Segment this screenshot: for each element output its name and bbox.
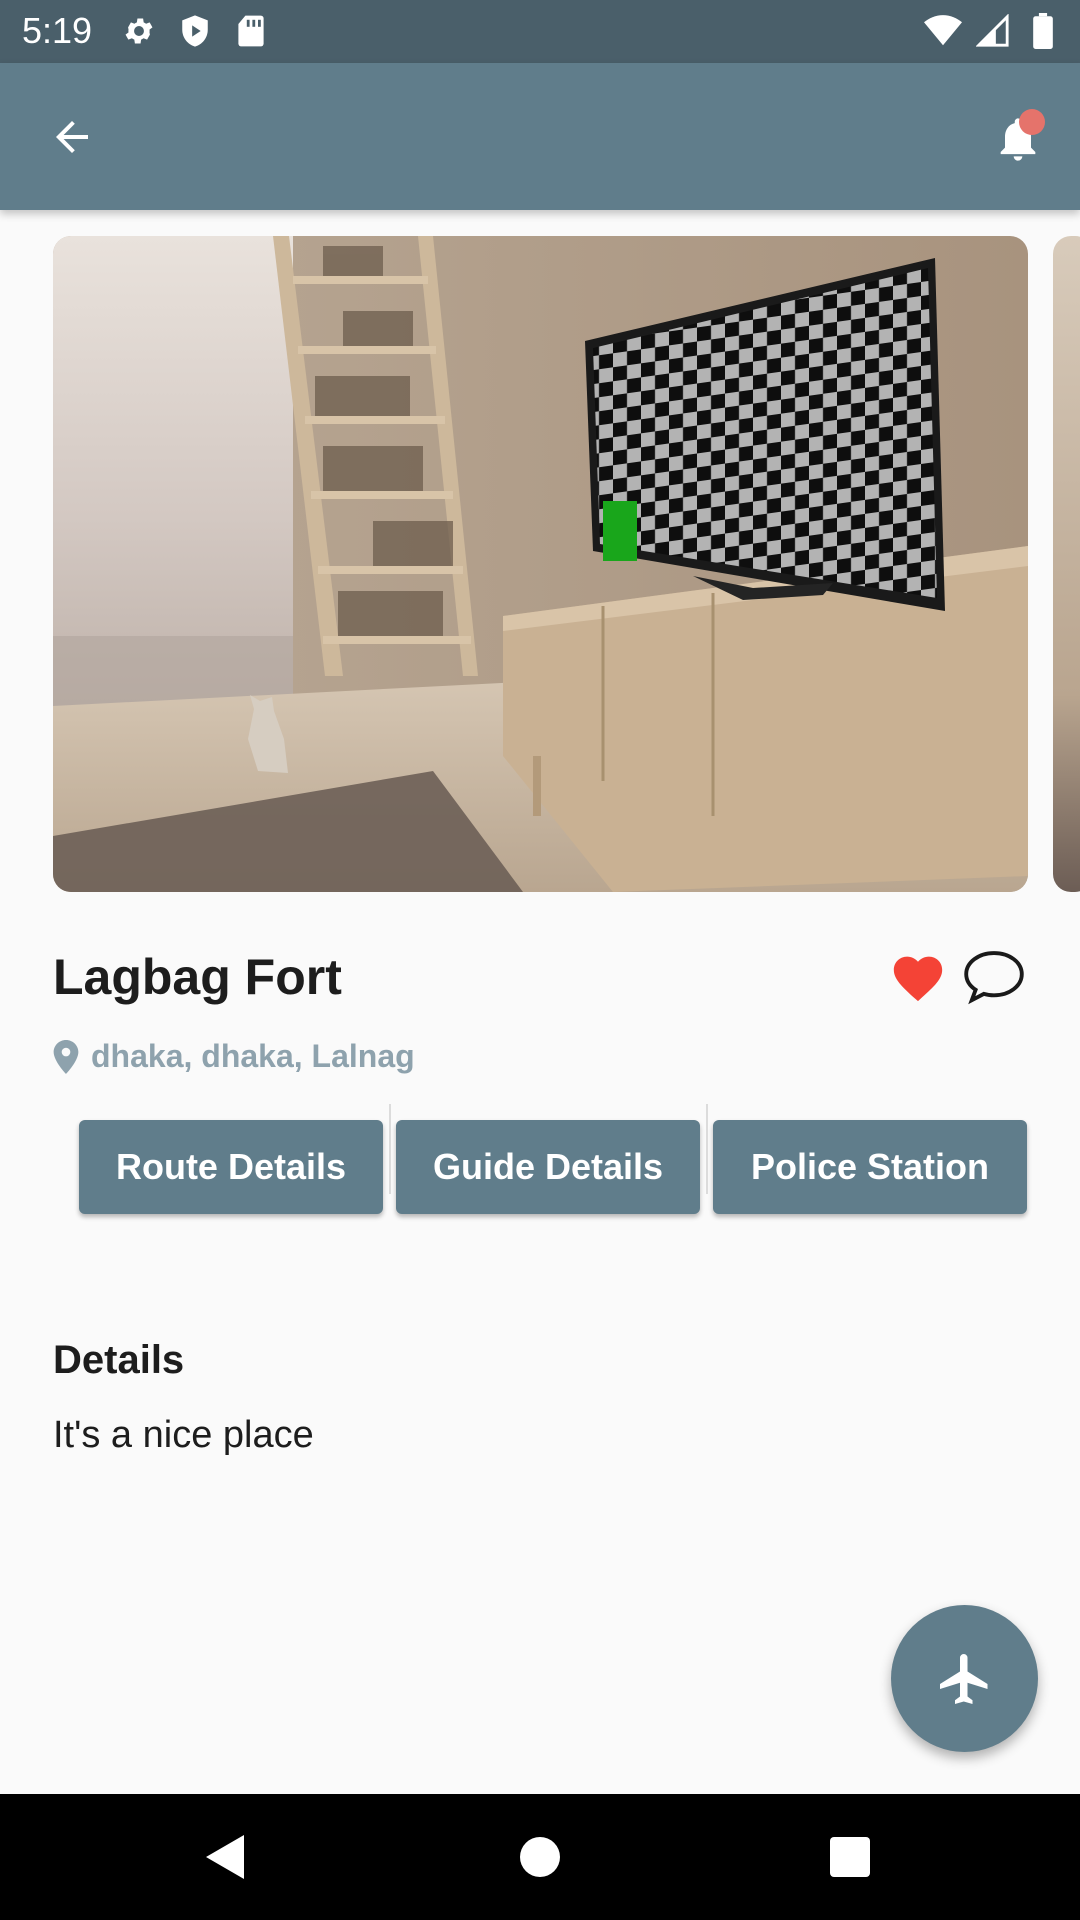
location-pin-icon bbox=[53, 1039, 79, 1074]
button-divider bbox=[706, 1104, 708, 1194]
details-heading: Details bbox=[53, 1338, 185, 1382]
trip-fab[interactable] bbox=[891, 1605, 1038, 1752]
back-triangle-icon bbox=[206, 1835, 244, 1879]
status-bar: 5:19 bbox=[0, 0, 1080, 63]
status-left-icons bbox=[120, 12, 270, 50]
place-title: Lagbag Fort bbox=[53, 949, 342, 1005]
system-nav-bar bbox=[0, 1794, 1080, 1920]
arrow-left-icon bbox=[56, 121, 88, 153]
app-bar bbox=[0, 63, 1080, 210]
place-photo[interactable] bbox=[53, 236, 1028, 892]
status-right-icons bbox=[924, 12, 1062, 50]
heart-icon bbox=[893, 956, 943, 1002]
route-details-button[interactable]: Route Details bbox=[79, 1120, 383, 1214]
signal-icon bbox=[974, 12, 1012, 50]
back-button[interactable] bbox=[36, 105, 108, 169]
battery-icon bbox=[1024, 12, 1062, 50]
notification-button[interactable] bbox=[978, 99, 1058, 179]
nav-home-button[interactable] bbox=[500, 1822, 580, 1892]
guide-details-button[interactable]: Guide Details bbox=[396, 1120, 700, 1214]
button-divider bbox=[389, 1104, 391, 1194]
settings-icon bbox=[120, 12, 158, 50]
image-carousel[interactable] bbox=[0, 236, 1080, 892]
airplane-icon bbox=[939, 1653, 987, 1704]
sd-card-icon bbox=[232, 12, 270, 50]
next-photo-peek[interactable] bbox=[1053, 236, 1080, 892]
police-station-button[interactable]: Police Station bbox=[713, 1120, 1027, 1214]
notification-badge bbox=[1019, 109, 1045, 135]
nav-recents-button[interactable] bbox=[810, 1822, 890, 1892]
home-circle-icon bbox=[520, 1837, 560, 1877]
recents-square-icon bbox=[830, 1837, 870, 1877]
nav-back-button[interactable] bbox=[186, 1822, 266, 1892]
location-row: dhaka, dhaka, Lalnag bbox=[53, 1038, 415, 1075]
details-text: It's a nice place bbox=[53, 1414, 314, 1456]
chat-bubble-icon bbox=[964, 951, 1024, 1005]
wifi-icon bbox=[924, 12, 962, 50]
status-time: 5:19 bbox=[22, 10, 93, 51]
shield-icon bbox=[176, 12, 214, 50]
location-text: dhaka, dhaka, Lalnag bbox=[91, 1038, 415, 1074]
favorite-button[interactable] bbox=[887, 945, 949, 1007]
action-button-row: Route Details Guide Details Police Stati… bbox=[0, 1104, 1080, 1214]
comment-button[interactable] bbox=[960, 945, 1028, 1007]
